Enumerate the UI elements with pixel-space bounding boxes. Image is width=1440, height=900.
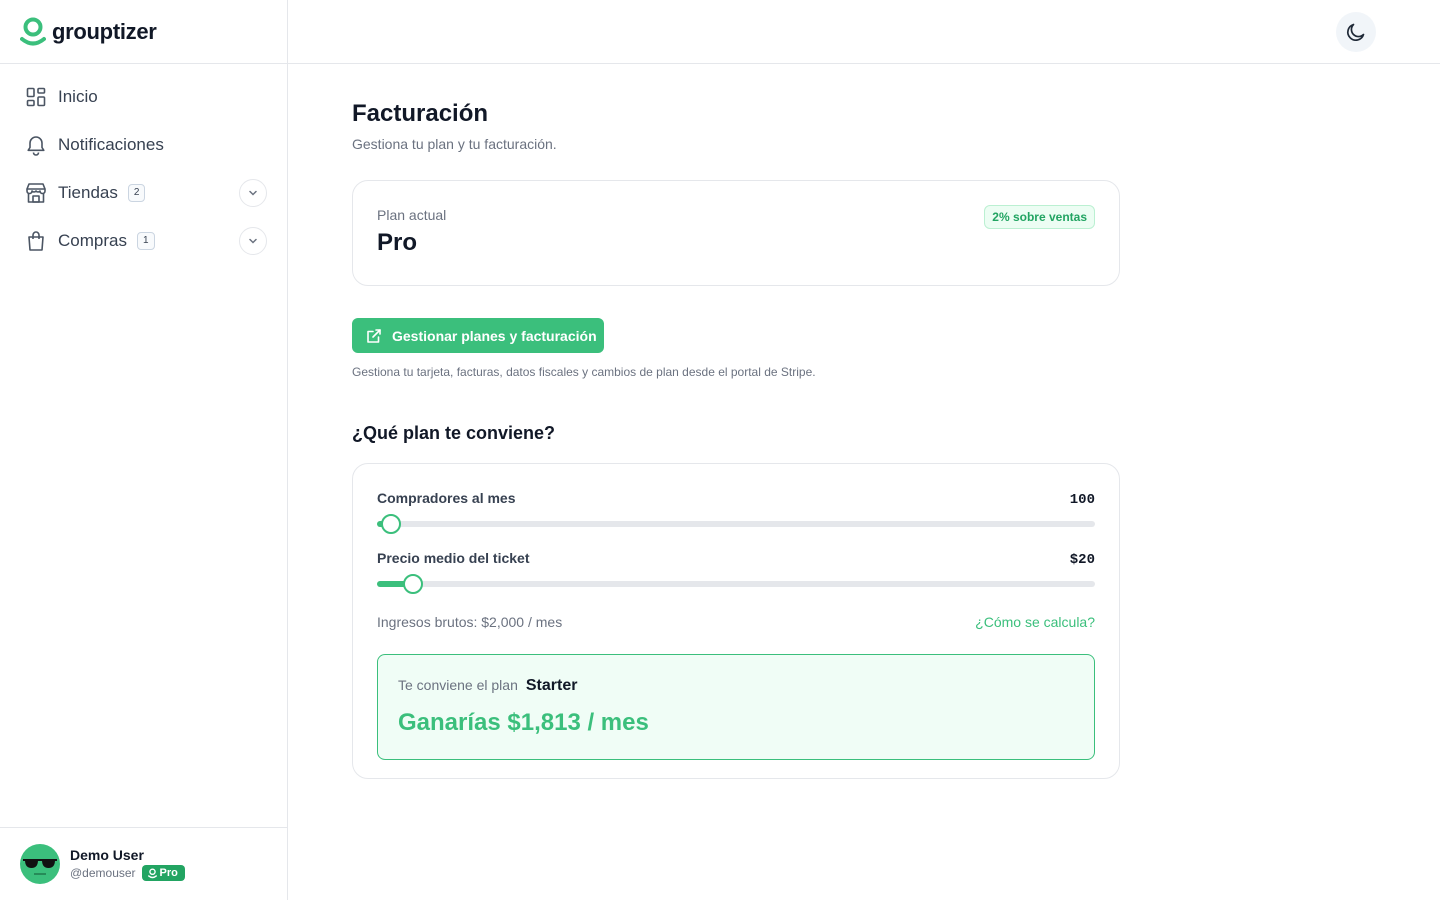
estimated-earnings: Ganarías $1,813 / mes bbox=[398, 709, 649, 736]
sidebar-nav: Inicio Notificaciones Tiendas 2 Compras … bbox=[0, 64, 287, 827]
expand-tiendas-button[interactable] bbox=[239, 179, 267, 207]
ticket-label: Precio medio del ticket bbox=[377, 550, 530, 566]
plan-name: Pro bbox=[377, 229, 418, 256]
slider-track bbox=[377, 521, 1095, 527]
ticket-slider-block: Precio medio del ticket $20 bbox=[377, 550, 1095, 594]
external-link-icon bbox=[367, 328, 381, 343]
calculator-title: ¿Qué plan te conviene? bbox=[352, 423, 556, 443]
avatar bbox=[20, 844, 60, 884]
fee-badge: 2% sobre ventas bbox=[984, 205, 1095, 229]
recommendation-prefix: Te conviene el plan bbox=[398, 677, 518, 693]
sidebar: grouptizer Inicio Notificaciones Tiendas… bbox=[0, 0, 288, 900]
grouptizer-logo-icon bbox=[147, 867, 157, 878]
page-title: Facturación bbox=[352, 100, 489, 127]
grouptizer-logo-icon bbox=[20, 17, 46, 45]
buyers-slider[interactable] bbox=[377, 514, 1095, 534]
recommendation-box: Te conviene el plan Starter Ganarías $1,… bbox=[377, 654, 1095, 760]
user-handle: @demouser bbox=[70, 866, 136, 880]
slider-thumb[interactable] bbox=[381, 514, 402, 534]
sidebar-item-label: Tiendas bbox=[58, 183, 118, 202]
buyers-value: 100 bbox=[1069, 492, 1095, 508]
sidebar-item-inicio[interactable]: Inicio bbox=[0, 73, 287, 121]
main: Facturación Gestiona tu plan y tu factur… bbox=[288, 0, 1440, 900]
pro-badge-label: Pro bbox=[159, 867, 178, 879]
dashboard-icon bbox=[25, 86, 47, 108]
chevron-down-icon bbox=[249, 190, 257, 196]
count-badge: 2 bbox=[127, 184, 146, 202]
sidebar-item-tiendas[interactable]: Tiendas 2 bbox=[0, 169, 287, 217]
bell-icon bbox=[25, 134, 47, 156]
manage-billing-note: Gestiona tu tarjeta, facturas, datos fis… bbox=[352, 365, 816, 379]
manage-billing-label: Gestionar planes y facturación bbox=[392, 327, 597, 344]
count-badge: 1 bbox=[136, 232, 155, 250]
slider-thumb[interactable] bbox=[402, 574, 423, 594]
ticket-slider[interactable] bbox=[377, 574, 1095, 594]
shopping-bag-icon bbox=[25, 230, 47, 252]
sidebar-item-compras[interactable]: Compras 1 bbox=[0, 217, 287, 265]
plan-calculator-card: Compradores al mes 100 Precio medio del … bbox=[352, 463, 1120, 779]
current-plan-card: Plan actual Pro 2% sobre ventas bbox=[352, 180, 1120, 286]
store-icon bbox=[25, 182, 47, 204]
pro-badge: Pro bbox=[141, 865, 185, 881]
recommended-plan: Starter bbox=[525, 677, 578, 694]
buyers-label: Compradores al mes bbox=[377, 490, 516, 506]
billing-content: Facturación Gestiona tu plan y tu factur… bbox=[288, 64, 1120, 779]
topbar bbox=[288, 0, 1440, 64]
app-layout: grouptizer Inicio Notificaciones Tiendas… bbox=[0, 0, 1440, 900]
buyers-slider-block: Compradores al mes 100 bbox=[377, 490, 1095, 534]
sidebar-item-label: Notificaciones bbox=[58, 135, 164, 154]
sidebar-item-notificaciones[interactable]: Notificaciones bbox=[0, 121, 287, 169]
manage-billing-button[interactable]: Gestionar planes y facturación bbox=[352, 318, 604, 353]
page-subtitle: Gestiona tu plan y tu facturación. bbox=[352, 136, 557, 152]
sunglasses-icon bbox=[23, 859, 57, 875]
gross-income: Ingresos brutos: $2,000 / mes bbox=[377, 614, 563, 630]
slider-track bbox=[377, 581, 1095, 587]
user-name: Demo User bbox=[70, 847, 144, 863]
app-name: grouptizer bbox=[52, 18, 157, 44]
sidebar-item-label: Compras bbox=[58, 231, 127, 250]
chevron-down-icon bbox=[249, 238, 257, 244]
logo[interactable]: grouptizer bbox=[0, 0, 287, 64]
theme-toggle-button[interactable] bbox=[1336, 12, 1376, 52]
ticket-value: $20 bbox=[1069, 552, 1095, 568]
sidebar-item-label: Inicio bbox=[58, 87, 98, 106]
expand-compras-button[interactable] bbox=[239, 227, 267, 255]
how-calculated-link[interactable]: ¿Cómo se calcula? bbox=[975, 614, 1095, 630]
user-profile[interactable]: Demo User @demouser Pro bbox=[0, 827, 287, 900]
moon-icon bbox=[1347, 23, 1365, 41]
